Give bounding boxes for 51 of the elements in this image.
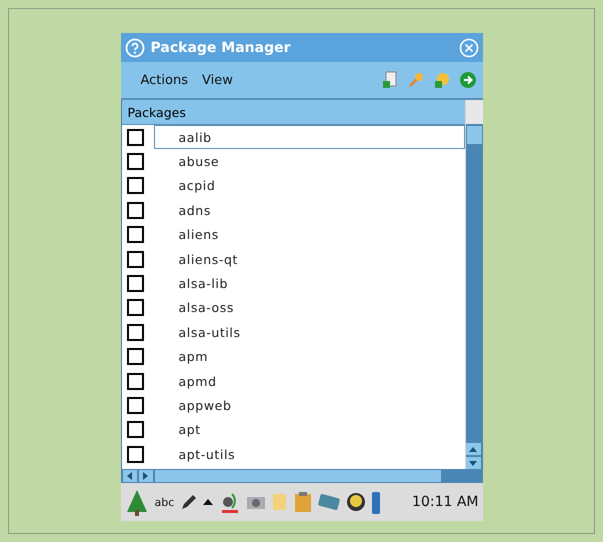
checkbox[interactable] (126, 153, 144, 170)
checkbox[interactable] (126, 275, 144, 292)
battery-icon[interactable] (372, 490, 380, 514)
scroll-right-icon[interactable] (138, 470, 152, 482)
checkbox[interactable] (126, 348, 144, 366)
document-add-icon[interactable] (380, 71, 398, 89)
checkbox[interactable] (126, 177, 144, 194)
clipboard-icon[interactable] (294, 491, 312, 513)
package-name[interactable]: apt (154, 418, 464, 442)
checkbox[interactable] (126, 372, 144, 390)
input-method-label[interactable]: abc (154, 496, 174, 508)
clock[interactable]: 10:11 AM (412, 494, 478, 510)
scroll-left-icon[interactable] (122, 470, 136, 482)
checkbox[interactable] (126, 421, 144, 438)
checkbox[interactable] (126, 128, 144, 146)
header-corner (466, 100, 482, 124)
checkbox[interactable] (126, 396, 144, 414)
package-name[interactable]: adns (154, 198, 464, 223)
package-name[interactable]: aliens (154, 222, 464, 247)
package-name[interactable]: appweb (154, 393, 464, 418)
pencil-icon[interactable] (180, 493, 196, 511)
scrollbar-thumb[interactable] (154, 470, 440, 482)
checkbox[interactable] (126, 299, 144, 316)
checkbox[interactable] (126, 324, 144, 341)
help-icon[interactable] (124, 38, 144, 58)
window-title: Package Manager (150, 40, 292, 56)
package-name[interactable]: alsa-lib (154, 271, 464, 296)
menu-item[interactable]: Actions (140, 72, 188, 88)
checkbox[interactable] (126, 446, 144, 463)
package-name[interactable]: alsa-utils (154, 320, 464, 345)
checkbox[interactable] (126, 202, 144, 219)
package-name[interactable]: apmd (154, 368, 464, 394)
scroll-down-icon[interactable] (466, 457, 480, 469)
package-name[interactable]: aliens-qt (154, 246, 464, 272)
scroll-up-icon[interactable] (466, 443, 480, 455)
close-icon[interactable] (458, 38, 478, 58)
tree-icon[interactable] (124, 488, 148, 516)
checkbox[interactable] (126, 226, 144, 244)
package-name[interactable]: apt-utils (154, 442, 464, 466)
package-name[interactable]: aalib (154, 125, 464, 150)
up-arrow-icon[interactable] (202, 497, 214, 507)
checkbox[interactable] (126, 250, 144, 268)
package-name[interactable]: acpid (154, 174, 464, 198)
card-icon[interactable] (318, 493, 340, 511)
menu-item[interactable]: View (202, 72, 233, 88)
column-header[interactable]: Packages (122, 100, 464, 125)
package-name[interactable]: alsa-oss (154, 296, 464, 320)
package-name[interactable]: apm (154, 344, 464, 369)
forward-icon[interactable] (458, 71, 476, 89)
scrollbar-thumb[interactable] (466, 126, 482, 144)
package-name[interactable]: abuse (154, 149, 464, 174)
